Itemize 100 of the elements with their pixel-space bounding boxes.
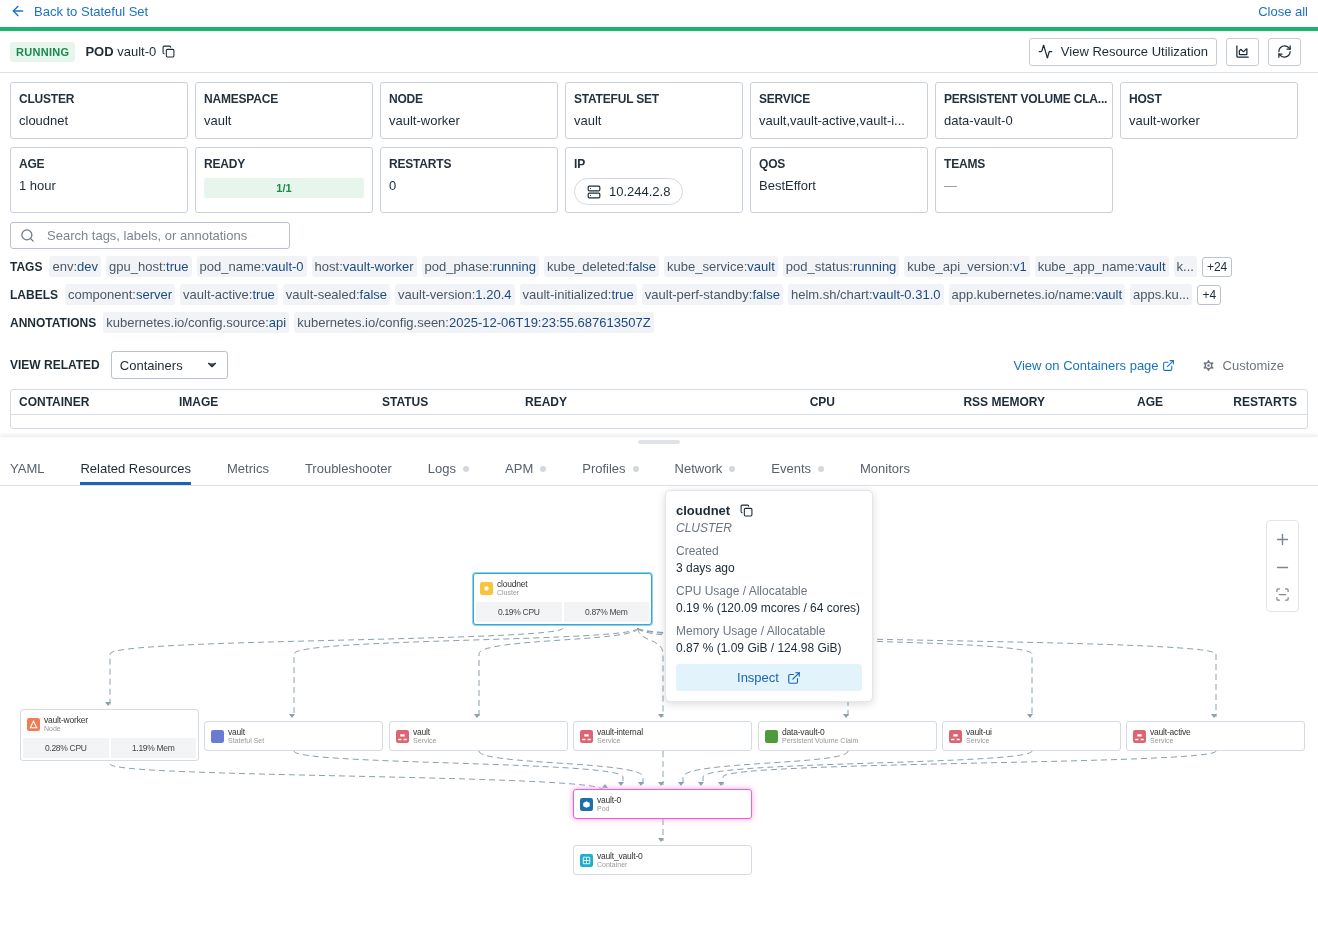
panel-tab[interactable]: Monitors xyxy=(860,457,910,485)
line-chart-icon xyxy=(1037,44,1053,59)
view-related-label: VIEW RELATED xyxy=(10,358,100,372)
refresh-button[interactable] xyxy=(1268,37,1301,66)
customize-button[interactable]: Customize xyxy=(1194,356,1290,374)
resize-handle[interactable] xyxy=(638,440,680,444)
field-label: CPU Usage / Allocatable xyxy=(676,584,809,598)
card-label: READY xyxy=(204,157,246,171)
tag-chip[interactable]: host:vault-worker xyxy=(311,256,417,277)
tag-chip[interactable]: helm.sh/chart:vault-0.31.0 xyxy=(787,284,944,305)
memory-stat: 1.19% Mem xyxy=(110,738,196,758)
group-title: TAGS xyxy=(10,259,43,274)
column-header: IMAGE xyxy=(179,395,220,409)
card-label: NAMESPACE xyxy=(204,92,279,106)
node-name: data-vault-0 xyxy=(782,727,826,737)
field-value: 0.87 % (1.09 GiB / 124.98 GiB) xyxy=(676,641,843,655)
card-label: RESTARTS xyxy=(389,157,453,171)
status-dot-icon xyxy=(818,465,825,472)
tag-chip[interactable]: gpu_host:true xyxy=(106,256,192,277)
tag-chip[interactable]: kube_service:vault xyxy=(664,256,778,277)
tag-chip[interactable]: kubernetes.io/config.seen:2025-12-06T19:23:55.687613507Z xyxy=(294,312,654,333)
inspect-button[interactable]: Inspect xyxy=(676,664,862,691)
tag-chip[interactable]: pod_phase:running xyxy=(421,256,539,277)
tag-chip[interactable]: vault-perf-standby:false xyxy=(641,284,783,305)
node-name: cloudnet xyxy=(497,579,528,589)
panel-tab[interactable]: Metrics xyxy=(227,457,269,485)
tag-chip[interactable]: env:dev xyxy=(49,256,101,277)
tag-chip[interactable]: kube_api_version:v1 xyxy=(904,256,1030,277)
back-link[interactable]: Back to Stateful Set xyxy=(10,3,149,19)
search-input[interactable]: Search tags, labels, or annotations xyxy=(45,227,280,244)
node-name: vault-ui xyxy=(966,727,992,737)
panel-tab[interactable]: Events xyxy=(771,457,825,485)
column-header: RSS MEMORY xyxy=(962,395,1045,409)
card-label: HOST xyxy=(1129,92,1163,106)
panel-tab[interactable]: Related Resources xyxy=(80,457,191,485)
card-value: data-vault-0 xyxy=(944,113,1014,128)
column-header: AGE xyxy=(1136,395,1163,409)
tag-chip[interactable]: kubernetes.io/config.source:api xyxy=(103,312,290,333)
more-tags-button[interactable]: +24 xyxy=(1201,256,1233,277)
area-chart-icon xyxy=(1235,44,1250,59)
panel-tab[interactable]: Network xyxy=(674,457,736,485)
card-label: CLUSTER xyxy=(19,92,76,106)
search-icon xyxy=(20,228,35,243)
tag-chip[interactable]: pod_status:running xyxy=(782,256,900,277)
card-label: IP xyxy=(574,157,586,171)
status-dot-icon xyxy=(729,465,736,472)
card-label: QOS xyxy=(759,157,787,171)
resource-utilization-button[interactable]: View Resource Utilization xyxy=(1028,37,1217,66)
panel-tab[interactable]: Profiles xyxy=(582,457,639,485)
tag-chip[interactable]: component:server xyxy=(65,284,176,305)
tag-chip[interactable]: vault-version:1.20.4 xyxy=(395,284,515,305)
tag-chip[interactable]: kube_deleted:false xyxy=(543,256,660,277)
node-name: vault xyxy=(413,727,431,737)
connector-arrow xyxy=(658,750,664,786)
server-icon xyxy=(587,184,601,199)
panel-tab[interactable]: Troubleshooter xyxy=(304,457,392,485)
popover-subtitle: CLUSTER xyxy=(676,521,733,535)
card-value: 0 xyxy=(389,178,398,193)
card-value: 1 hour xyxy=(19,178,57,193)
node-name: vault-0 xyxy=(597,795,622,805)
tag-chip[interactable]: kube_app_name:vault xyxy=(1034,256,1169,277)
tag-chip[interactable]: app.kubernetes.io/name:vault xyxy=(948,284,1126,305)
ready-value: 1/1 xyxy=(275,181,293,196)
card-value: vault-worker xyxy=(389,113,461,128)
more-tags-button[interactable]: +4 xyxy=(1197,284,1222,305)
back-arrow-icon xyxy=(10,3,26,19)
column-header: RESTARTS xyxy=(1232,395,1297,409)
refresh-icon xyxy=(1277,44,1292,59)
column-header: READY xyxy=(525,395,568,409)
panel-tab[interactable]: APM xyxy=(505,457,547,485)
popover-title: cloudnet xyxy=(676,503,731,518)
containers-page-link[interactable]: View on Containers page xyxy=(1013,357,1175,373)
tag-chip[interactable]: apps.ku... xyxy=(1130,284,1193,305)
cpu-stat: 0.28% CPU xyxy=(23,738,109,758)
fit-view-icon[interactable] xyxy=(1275,586,1290,602)
tag-chip[interactable]: vault-active:true xyxy=(180,284,278,305)
field-value: 3 days ago xyxy=(676,561,736,575)
memory-stat: 0.87% Mem xyxy=(563,602,649,622)
node-name: vault-internal xyxy=(597,727,643,737)
tag-chip[interactable]: vault-sealed:false xyxy=(282,284,391,305)
card-value: vault,vault-active,vault-i... xyxy=(759,113,906,128)
card-label: SERVICE xyxy=(759,92,812,106)
tag-chip[interactable]: k... xyxy=(1173,256,1197,277)
card-label: NODE xyxy=(389,92,424,106)
search-field[interactable]: Search tags, labels, or annotations xyxy=(10,222,290,249)
tag-chip[interactable]: vault-initialized:true xyxy=(519,284,637,305)
panel-tab[interactable]: Logs xyxy=(427,457,470,485)
copy-icon[interactable] xyxy=(162,45,176,58)
tag-chip[interactable]: pod_name:vault-0 xyxy=(196,256,307,277)
connector-arrow xyxy=(658,818,664,842)
column-header: CONTAINER xyxy=(19,395,91,409)
group-title: LABELS xyxy=(10,287,58,302)
chart-button[interactable] xyxy=(1226,37,1259,66)
external-link-icon xyxy=(786,670,801,685)
status-dot-icon xyxy=(540,465,547,472)
related-select[interactable]: Containers xyxy=(110,351,228,379)
close-all-link[interactable]: Close all xyxy=(1258,3,1308,19)
panel-tab[interactable]: YAML xyxy=(10,457,45,485)
card-label: TEAMS xyxy=(944,157,986,171)
copy-icon[interactable] xyxy=(740,504,754,517)
